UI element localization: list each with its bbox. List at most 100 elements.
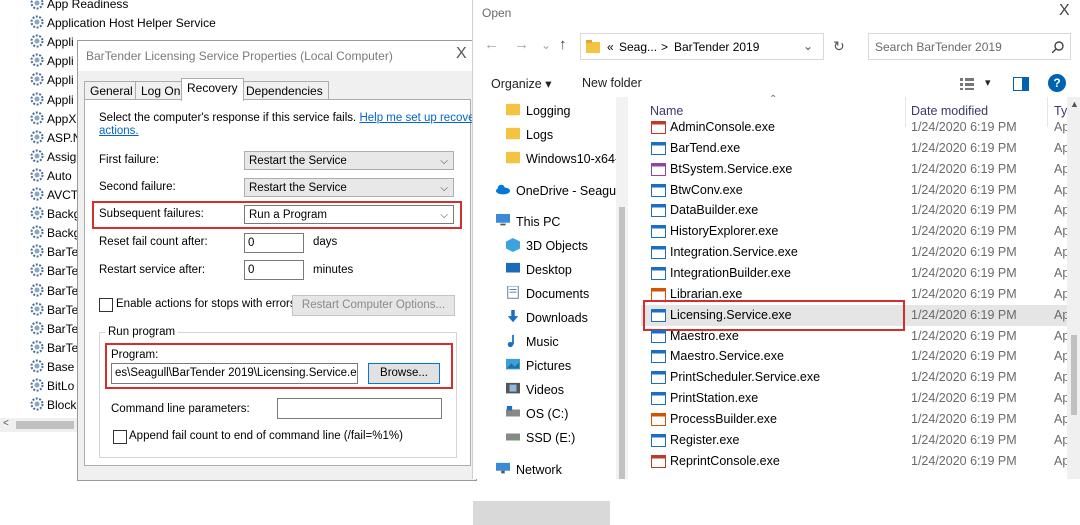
nav-item[interactable]: OneDrive - Seagul xyxy=(495,180,619,202)
organize-menu[interactable]: Organize ▾ xyxy=(491,76,551,91)
service-row[interactable]: BarTe xyxy=(30,262,78,281)
view-options-icon[interactable] xyxy=(960,78,974,90)
breadcrumb-prefix[interactable]: « xyxy=(607,40,614,54)
file-row[interactable]: AdminConsole.exe 1/24/2020 6:19 PM Ap xyxy=(641,117,1071,138)
tab-log-on[interactable]: Log On xyxy=(135,81,187,101)
chevron-down-icon[interactable]: ⌄ xyxy=(803,39,813,53)
service-row[interactable]: Backg xyxy=(30,205,80,224)
nav-item[interactable]: Pictures xyxy=(505,355,571,377)
restart-computer-options-button[interactable]: Restart Computer Options... xyxy=(292,295,455,316)
help-link-continued[interactable]: actions. xyxy=(99,125,139,137)
column-header-type[interactable]: Ty xyxy=(1054,104,1067,118)
service-row[interactable]: BarTe xyxy=(30,320,78,339)
nav-item[interactable]: Documents xyxy=(505,283,589,305)
service-row[interactable]: Assig xyxy=(30,148,76,167)
second-failure-select[interactable]: Restart the Service ⌵ xyxy=(244,178,454,197)
search-input[interactable]: Search BarTender 2019 xyxy=(875,40,1002,54)
tab-general[interactable]: General xyxy=(84,81,139,101)
file-row[interactable]: BarTend.exe 1/24/2020 6:19 PM Ap xyxy=(641,138,1071,159)
close-icon[interactable]: X xyxy=(456,45,467,63)
file-row[interactable]: IntegrationBuilder.exe 1/24/2020 6:19 PM A… xyxy=(641,263,1071,284)
file-row[interactable]: Maestro.exe 1/24/2020 6:19 PM Ap xyxy=(641,326,1071,347)
column-header-name[interactable]: Name xyxy=(650,104,683,118)
file-row[interactable]: PrintScheduler.Service.exe 1/24/2020 6:19… xyxy=(641,367,1071,388)
file-row[interactable]: Maestro.Service.exe 1/24/2020 6:19 PM Ap xyxy=(641,346,1071,367)
scroll-thumb[interactable] xyxy=(16,421,74,429)
file-row[interactable]: HistoryExplorer.exe 1/24/2020 6:19 PM Ap xyxy=(641,221,1071,242)
service-row[interactable]: BarTe xyxy=(30,339,78,358)
nav-item[interactable]: OS (C:) xyxy=(505,403,568,425)
help-link[interactable]: Help me set up recovery xyxy=(359,112,484,124)
service-row[interactable]: Appli xyxy=(30,91,74,110)
nav-item[interactable]: SSD (E:) xyxy=(505,427,575,449)
new-folder-button[interactable]: New folder xyxy=(582,76,642,90)
scroll-thumb[interactable] xyxy=(619,207,625,479)
nav-item[interactable]: Music xyxy=(505,331,559,353)
service-row[interactable]: BitLo xyxy=(30,377,74,396)
service-row[interactable]: Appli xyxy=(30,33,74,52)
nav-item[interactable]: Logging xyxy=(505,100,571,122)
nav-item[interactable]: Desktop xyxy=(505,259,572,281)
file-row[interactable]: PrintStation.exe 1/24/2020 6:19 PM Ap xyxy=(641,388,1071,409)
file-row[interactable]: ProcessBuilder.exe 1/24/2020 6:19 PM Ap xyxy=(641,409,1071,430)
append-fail-count-checkbox[interactable] xyxy=(113,430,127,444)
service-row[interactable]: Base xyxy=(30,358,74,377)
nav-item[interactable]: This PC xyxy=(495,211,560,233)
service-row[interactable]: BarTe xyxy=(30,301,78,320)
enable-actions-checkbox[interactable] xyxy=(99,298,113,312)
tab-recovery[interactable]: Recovery xyxy=(181,78,244,101)
cmdline-input[interactable] xyxy=(277,398,442,419)
nav-item[interactable]: Windows10-x64- xyxy=(505,148,619,170)
scroll-up-icon[interactable]: ▲ xyxy=(1070,99,1079,109)
cloud-icon xyxy=(495,182,511,196)
breadcrumb-bartender[interactable]: BarTender 2019 xyxy=(674,40,759,54)
reset-count-input[interactable]: 0 xyxy=(244,233,304,253)
preview-pane-icon[interactable] xyxy=(1013,77,1029,91)
help-icon[interactable]: ? xyxy=(1048,74,1066,92)
navigation-pane: Logging Logs Windows10-x64- OneDrive - Seag… xyxy=(473,97,628,525)
address-bar[interactable]: « Seag... > BarTender 2019 ⌄ xyxy=(580,33,824,60)
nav-item[interactable]: Network xyxy=(495,459,562,481)
back-arrow-icon[interactable]: ← xyxy=(484,36,499,53)
file-row[interactable]: BtwConv.exe 1/24/2020 6:19 PM Ap xyxy=(641,180,1071,201)
recent-locations-icon[interactable]: ⌄ xyxy=(541,38,551,52)
service-row[interactable]: App Readiness xyxy=(30,0,128,14)
first-failure-select[interactable]: Restart the Service ⌵ xyxy=(244,151,454,170)
nav-item[interactable]: Downloads xyxy=(505,307,588,329)
scroll-left-icon[interactable]: < xyxy=(3,418,9,429)
file-list-scrollbar[interactable]: ▲ xyxy=(1067,97,1080,479)
service-row[interactable]: Appli xyxy=(30,52,74,71)
view-dropdown-icon[interactable]: ▾ xyxy=(985,76,991,89)
nav-item[interactable]: Logs xyxy=(505,124,553,146)
service-row[interactable]: BarTe xyxy=(30,243,78,262)
up-arrow-icon[interactable]: ↑ xyxy=(559,36,567,53)
search-box[interactable]: Search BarTender 2019 xyxy=(868,33,1071,60)
restart-service-input[interactable]: 0 xyxy=(244,260,304,280)
close-icon[interactable]: X xyxy=(1059,2,1070,20)
file-date-modified: 1/24/2020 6:19 PM xyxy=(911,349,1017,364)
service-row[interactable]: AVCT xyxy=(30,186,78,205)
service-row[interactable]: Application Host Helper Service xyxy=(30,14,216,33)
service-row[interactable]: BarTe xyxy=(30,282,78,301)
refresh-icon[interactable]: ↻ xyxy=(833,38,845,55)
service-row[interactable]: ASP.N xyxy=(30,129,81,148)
tab-dependencies[interactable]: Dependencies xyxy=(240,81,329,101)
services-horizontal-scrollbar[interactable]: < xyxy=(0,418,80,432)
file-row[interactable]: Register.exe 1/24/2020 6:19 PM Ap xyxy=(641,430,1071,451)
service-row[interactable]: Appli xyxy=(30,71,74,90)
forward-arrow-icon[interactable]: → xyxy=(514,36,529,53)
file-row[interactable]: ReprintConsole.exe 1/24/2020 6:19 PM Ap xyxy=(641,451,1071,472)
breadcrumb-seagull[interactable]: Seag... xyxy=(619,40,657,54)
file-row[interactable]: DataBuilder.exe 1/24/2020 6:19 PM Ap xyxy=(641,200,1071,221)
service-row[interactable]: Block xyxy=(30,396,76,415)
nav-item[interactable]: Videos xyxy=(505,379,564,401)
file-row[interactable]: Integration.Service.exe 1/24/2020 6:19 PM… xyxy=(641,242,1071,263)
file-row[interactable]: BtSystem.Service.exe 1/24/2020 6:19 PM Ap xyxy=(641,159,1071,180)
scroll-thumb[interactable] xyxy=(1071,335,1077,415)
service-row[interactable]: Auto xyxy=(30,167,72,186)
navigation-pane-scrollbar[interactable] xyxy=(616,97,628,479)
service-row[interactable]: AppX xyxy=(30,110,76,129)
service-row[interactable]: Backg xyxy=(30,224,80,243)
nav-item[interactable]: 3D Objects xyxy=(505,235,588,257)
column-header-date-modified[interactable]: Date modified xyxy=(911,104,988,118)
